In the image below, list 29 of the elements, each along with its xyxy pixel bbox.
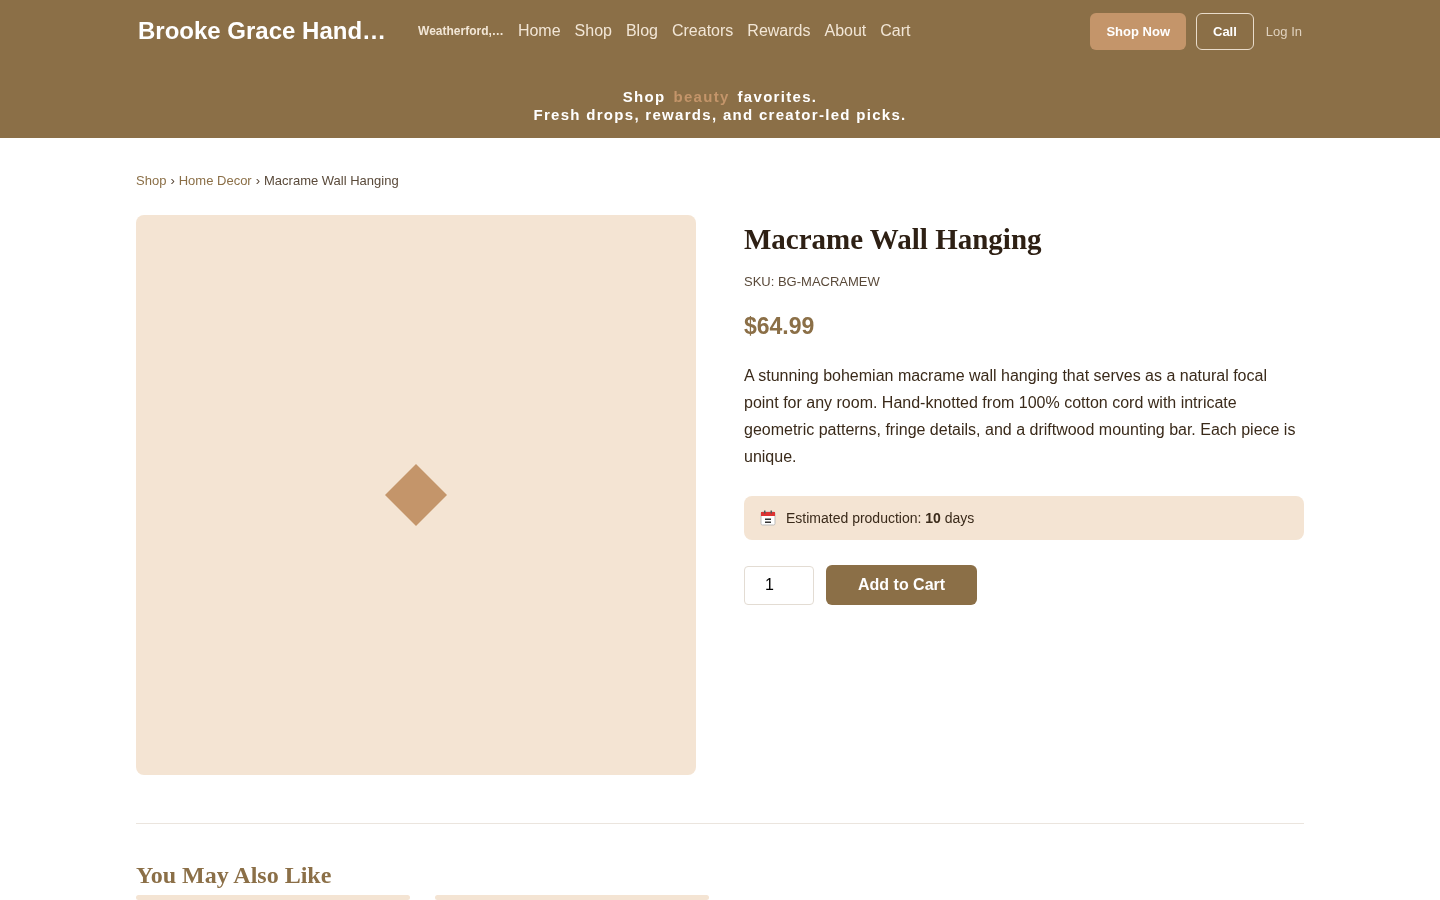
nav-link[interactable]: Rewards xyxy=(747,22,811,40)
login-link[interactable]: Log In xyxy=(1263,23,1302,39)
price-text: $64.99 xyxy=(744,313,816,340)
breadcrumb-link[interactable]: Shop xyxy=(136,173,167,188)
tagline-highlight: beauty xyxy=(673,88,730,105)
sku-text: SKU: BG-MACRAMEW xyxy=(744,274,881,289)
nav-link[interactable]: Blog xyxy=(625,22,658,40)
breadcrumb-current: Macrame Wall Hanging xyxy=(264,173,399,188)
breadcrumb-separator: › xyxy=(170,173,175,188)
production-text: Estimated production: 10 days xyxy=(786,510,975,526)
quantity-field[interactable]: 1 xyxy=(744,565,814,605)
breadcrumb-link[interactable]: Home Decor xyxy=(178,173,252,188)
header-button[interactable]: Shop Now xyxy=(1090,12,1186,50)
tagline-text: favorites. xyxy=(737,88,818,105)
brand-name[interactable]: Brooke Grace Hand… xyxy=(138,17,387,45)
nav-link[interactable]: Home xyxy=(517,22,561,40)
nav-link[interactable]: About xyxy=(824,22,867,40)
header-button[interactable]: Call xyxy=(1196,12,1254,50)
section-title: You May Also Like xyxy=(136,862,333,889)
tagline-text: Shop xyxy=(622,88,666,105)
nav-link[interactable]: Creators xyxy=(671,22,734,40)
tagline-text: Fresh drops, rewards, and creator-led picks. xyxy=(532,106,908,124)
nav-link[interactable]: Cart xyxy=(880,22,911,40)
add-to-cart-button[interactable]: Add to Cart xyxy=(826,565,978,605)
location-text: Weatherford,… xyxy=(418,24,504,38)
product-title: Macrame Wall Hanging xyxy=(744,223,1043,256)
description-text: A stunning bohemian macrame wall hanging that serves as a natural focal point for any room. Hand-knotted from 100% cotton cord with intricate geometric patterns, fringe details, and a driftwood mounting bar. Each piece is unique. xyxy=(744,366,1297,467)
nav-link[interactable]: Shop xyxy=(574,22,612,40)
breadcrumb-separator: › xyxy=(255,173,261,188)
